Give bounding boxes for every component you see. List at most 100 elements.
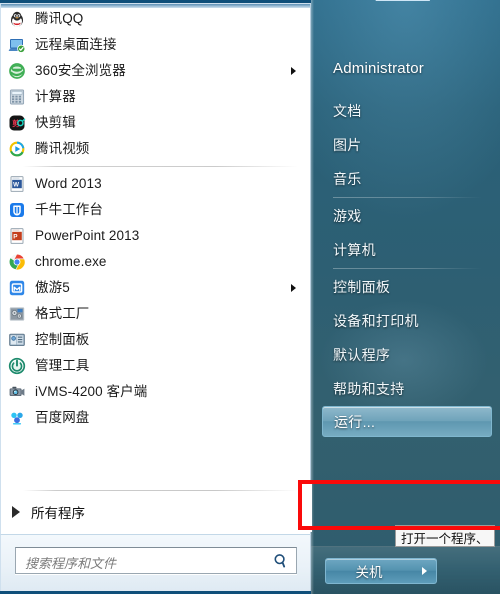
360-browser-icon (8, 62, 26, 80)
chevron-right-icon (421, 567, 427, 575)
place-item-label: 游戏 (333, 208, 362, 224)
qq-penguin-icon (8, 10, 26, 28)
program-item[interactable]: 远程桌面连接 (1, 32, 310, 58)
program-item[interactable]: 管理工具 (1, 353, 310, 379)
places-list[interactable]: 文档图片音乐游戏计算机控制面板设备和打印机 默认程序帮助和支持运行... (311, 94, 500, 437)
program-item[interactable]: 百度网盘 (1, 405, 310, 431)
program-item[interactable]: P PowerPoint 2013 (1, 223, 310, 249)
program-list[interactable]: 腾讯QQ 远程桌面连接 360安全浏览器 计算器剪 快剪辑腾讯视频 W Word 2013 千… (1, 4, 310, 491)
svg-text:P: P (13, 233, 18, 240)
place-item-label: 默认程序 (333, 347, 391, 363)
program-item-label: chrome.exe (35, 254, 107, 270)
user-name-label: Administrator (333, 60, 424, 77)
all-programs-separator (23, 490, 298, 491)
kuaijianji-icon: 剪 (8, 114, 26, 132)
program-item-label: Word 2013 (35, 176, 102, 192)
place-item-label: 设备和打印机 (333, 313, 419, 329)
qianniu-icon (8, 201, 26, 219)
place-item-label: 计算机 (333, 242, 376, 258)
program-item-label: 百度网盘 (35, 410, 90, 426)
place-item[interactable]: 游戏 (311, 199, 500, 233)
program-item-label: 快剪辑 (35, 115, 76, 131)
search-area: 搜索程序和文件 (0, 534, 311, 591)
program-item-label: PowerPoint 2013 (35, 228, 140, 244)
place-item[interactable]: 音乐 (311, 162, 500, 196)
program-item-label: iVMS-4200 客户端 (35, 384, 148, 400)
program-item-label: 格式工厂 (35, 306, 90, 322)
places-separator (333, 197, 482, 198)
svg-text:W: W (13, 181, 19, 188)
start-menu-right-panel: Administrator 文档图片音乐游戏计算机控制面板设备和打印机 默认程序帮… (311, 0, 500, 594)
program-item[interactable]: chrome.exe (1, 249, 310, 275)
start-menu-left-panel: 腾讯QQ 远程桌面连接 360安全浏览器 计算器剪 快剪辑腾讯视频 W Word 2013 千… (0, 3, 311, 534)
program-item[interactable]: 腾讯视频 (1, 136, 310, 162)
right-triangle-icon (12, 506, 20, 518)
program-item-label: 千牛工作台 (35, 202, 103, 218)
place-item[interactable]: 控制面板 (311, 270, 500, 304)
program-item-label: 傲游5 (35, 280, 70, 296)
powerpoint-icon: P (8, 227, 26, 245)
program-item[interactable]: 计算器 (1, 84, 310, 110)
place-item[interactable]: 图片 (311, 128, 500, 162)
user-picture-frame-icon[interactable] (365, 0, 449, 28)
tencent-video-icon (8, 140, 26, 158)
place-item[interactable]: 设备和打印机 (311, 304, 500, 338)
program-item-label: 360安全浏览器 (35, 63, 126, 79)
program-item[interactable]: 腾讯QQ (1, 6, 310, 32)
place-item-label: 运行... (334, 413, 376, 430)
all-programs-label: 所有程序 (31, 506, 85, 521)
maxthon-icon (8, 279, 26, 297)
chrome-icon (8, 253, 26, 271)
program-item[interactable]: 千牛工作台 (1, 197, 310, 223)
program-list-separator (23, 166, 298, 167)
run-tooltip: 打开一个程序、 (395, 525, 495, 547)
shutdown-label: 关机 (355, 565, 383, 580)
shutdown-button[interactable]: 关机 (325, 558, 413, 584)
place-item[interactable]: 默认程序 (311, 338, 500, 372)
search-icon[interactable] (273, 553, 289, 569)
program-item[interactable]: W Word 2013 (1, 171, 310, 197)
admin-tools-icon (8, 357, 26, 375)
place-item[interactable]: 文档 (311, 94, 500, 128)
places-separator (333, 268, 482, 269)
program-item[interactable]: 360安全浏览器 (1, 58, 310, 84)
program-item[interactable]: 剪 快剪辑 (1, 110, 310, 136)
program-item-label: 腾讯QQ (35, 11, 84, 27)
svg-text:剪: 剪 (12, 118, 20, 128)
baidu-netdisk-icon (8, 409, 26, 427)
screenshot-root: 腾讯QQ 远程桌面连接 360安全浏览器 计算器剪 快剪辑腾讯视频 W Word 2013 千… (0, 0, 500, 594)
program-item-label: 控制面板 (35, 332, 90, 348)
format-factory-icon (8, 305, 26, 323)
control-panel-icon (8, 331, 26, 349)
place-item-label: 控制面板 (333, 279, 391, 295)
all-programs-section: 所有程序 (1, 490, 310, 534)
search-input[interactable]: 搜索程序和文件 (15, 547, 297, 574)
place-item[interactable]: 计算机 (311, 233, 500, 267)
panel-edge-sliver (305, 480, 312, 532)
calculator-icon (8, 88, 26, 106)
program-item[interactable]: 控制面板 (1, 327, 310, 353)
remote-desktop-icon (8, 36, 26, 54)
place-item-label: 文档 (333, 103, 362, 119)
all-programs-button[interactable]: 所有程序 (1, 497, 310, 527)
program-item-label: 计算器 (35, 89, 76, 105)
ivms-camera-icon (8, 383, 26, 401)
place-item[interactable]: 帮助和支持 (311, 372, 500, 406)
place-item-label: 图片 (333, 137, 362, 153)
program-item[interactable]: 格式工厂 (1, 301, 310, 327)
start-menu: 腾讯QQ 远程桌面连接 360安全浏览器 计算器剪 快剪辑腾讯视频 W Word 2013 千… (0, 0, 500, 594)
shutdown-bar: 关机 (311, 546, 500, 594)
place-item-run[interactable]: 运行... (322, 406, 492, 437)
program-item-label: 远程桌面连接 (35, 37, 117, 53)
submenu-arrow-icon[interactable] (291, 284, 296, 292)
program-item[interactable]: iVMS-4200 客户端 (1, 379, 310, 405)
place-item-label: 音乐 (333, 171, 362, 187)
program-item[interactable]: 傲游5 (1, 275, 310, 301)
shutdown-options-button[interactable] (412, 558, 437, 584)
program-item-label: 管理工具 (35, 358, 90, 374)
word-icon: W (8, 175, 26, 193)
program-item-label: 腾讯视频 (35, 141, 90, 157)
search-placeholder: 搜索程序和文件 (25, 556, 117, 571)
submenu-arrow-icon[interactable] (291, 67, 296, 75)
place-item-label: 帮助和支持 (333, 381, 405, 397)
